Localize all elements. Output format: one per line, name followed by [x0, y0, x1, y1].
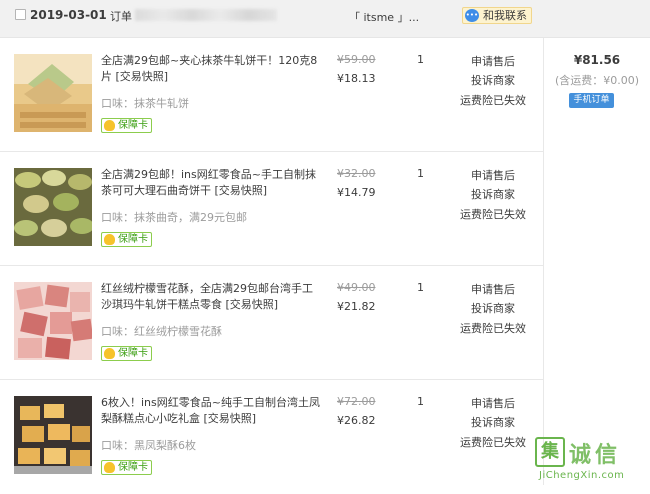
- product-thumbnail[interactable]: [14, 396, 92, 474]
- order-number-redacted: [135, 9, 277, 21]
- shop-name-link[interactable]: 「 itsme 」...: [349, 9, 419, 25]
- complain-seller-link[interactable]: 投诉商家: [457, 186, 529, 202]
- guarantee-icon: [104, 120, 115, 131]
- watermark-logo: 集: [535, 437, 565, 467]
- product-title-link[interactable]: 6枚入！ins网红零食品~纯手工自制台湾土凤梨酥糕点心小吃礼盒 [交易快照]: [101, 395, 321, 427]
- shipping-insurance-status: 运费险已失效: [460, 208, 526, 221]
- original-price: ¥49.00: [337, 281, 376, 294]
- guarantee-card-badge[interactable]: 保障卡: [101, 460, 152, 475]
- order-item-row: 红丝绒柠檬雪花酥，全店满29包邮台湾手工沙琪玛牛轧饼干糕点零食 [交易快照] 口…: [0, 266, 543, 380]
- paid-price: ¥21.82: [337, 300, 376, 313]
- product-title-link[interactable]: 全店满29包邮！ins网红零食品~手工自制抹茶可可大理石曲奇饼干 [交易快照]: [101, 167, 321, 199]
- product-flavor: 口味：黑凤梨酥6枚: [101, 439, 196, 452]
- contact-seller-label: 和我联系: [483, 9, 527, 22]
- order-total: ¥81.56: [573, 53, 621, 67]
- apply-after-sales-link[interactable]: 申请售后: [457, 53, 529, 69]
- complain-seller-link[interactable]: 投诉商家: [457, 72, 529, 88]
- watermark-url: JiChengXin.com: [539, 470, 625, 481]
- product-title-link[interactable]: 全店满29包邮~夹心抹茶牛轧饼干！120克8片 [交易快照]: [101, 53, 321, 85]
- product-flavor: 口味：红丝绒柠檬雪花酥: [101, 325, 222, 338]
- paid-price: ¥26.82: [337, 414, 376, 427]
- quantity: 1: [417, 167, 424, 180]
- product-thumbnail[interactable]: [14, 282, 92, 360]
- apply-after-sales-link[interactable]: 申请售后: [457, 167, 529, 183]
- original-price: ¥59.00: [337, 53, 376, 66]
- order-date: 2019-03-01: [30, 8, 107, 22]
- quantity: 1: [417, 395, 424, 408]
- quantity: 1: [417, 281, 424, 294]
- guarantee-card-badge[interactable]: 保障卡: [101, 232, 152, 247]
- order-item-row: 全店满29包邮！ins网红零食品~手工自制抹茶可可大理石曲奇饼干 [交易快照] …: [0, 152, 543, 266]
- original-price: ¥72.00: [337, 395, 376, 408]
- shipping-insurance-status: 运费险已失效: [460, 94, 526, 107]
- apply-after-sales-link[interactable]: 申请售后: [457, 395, 529, 411]
- complain-seller-link[interactable]: 投诉商家: [457, 414, 529, 430]
- product-flavor: 口味：抹茶曲奇，满29元包邮: [101, 211, 247, 224]
- shipping-fee: (含运费：¥0.00): [554, 74, 640, 87]
- select-order-checkbox[interactable]: [15, 9, 26, 20]
- complain-seller-link[interactable]: 投诉商家: [457, 300, 529, 316]
- product-thumbnail[interactable]: [14, 168, 92, 246]
- shipping-insurance-status: 运费险已失效: [460, 436, 526, 449]
- order-number-label: 订单: [110, 10, 132, 23]
- product-flavor: 口味：抹茶牛轧饼: [101, 97, 189, 110]
- guarantee-label: 保障卡: [118, 348, 148, 359]
- order-header: 2019-03-01 订单 「 itsme 」... ••• 和我联系: [0, 0, 650, 38]
- wangwang-chat-icon: •••: [465, 9, 479, 22]
- paid-price: ¥18.13: [337, 72, 376, 85]
- shipping-insurance-status: 运费险已失效: [460, 322, 526, 335]
- guarantee-icon: [104, 234, 115, 245]
- paid-price: ¥14.79: [337, 186, 376, 199]
- order-item-row: 6枚入！ins网红零食品~纯手工自制台湾土凤梨酥糕点心小吃礼盒 [交易快照] 口…: [0, 380, 543, 494]
- guarantee-icon: [104, 462, 115, 473]
- guarantee-label: 保障卡: [118, 462, 148, 473]
- guarantee-icon: [104, 348, 115, 359]
- column-divider: [543, 38, 544, 485]
- guarantee-card-badge[interactable]: 保障卡: [101, 118, 152, 133]
- mobile-order-badge[interactable]: 手机订单: [569, 93, 614, 108]
- original-price: ¥32.00: [337, 167, 376, 180]
- guarantee-card-badge[interactable]: 保障卡: [101, 346, 152, 361]
- product-thumbnail[interactable]: [14, 54, 92, 132]
- apply-after-sales-link[interactable]: 申请售后: [457, 281, 529, 297]
- guarantee-label: 保障卡: [118, 120, 148, 131]
- order-item-row: 全店满29包邮~夹心抹茶牛轧饼干！120克8片 [交易快照] 口味：抹茶牛轧饼 …: [0, 38, 543, 152]
- contact-seller-button[interactable]: ••• 和我联系: [462, 7, 532, 24]
- product-title-link[interactable]: 红丝绒柠檬雪花酥，全店满29包邮台湾手工沙琪玛牛轧饼干糕点零食 [交易快照]: [101, 281, 321, 313]
- quantity: 1: [417, 53, 424, 66]
- order-items-list: 全店满29包邮~夹心抹茶牛轧饼干！120克8片 [交易快照] 口味：抹茶牛轧饼 …: [0, 38, 543, 494]
- site-watermark: 集 诚信 JiChengXin.com: [535, 433, 650, 485]
- watermark-text: 诚信: [569, 443, 622, 468]
- guarantee-label: 保障卡: [118, 234, 148, 245]
